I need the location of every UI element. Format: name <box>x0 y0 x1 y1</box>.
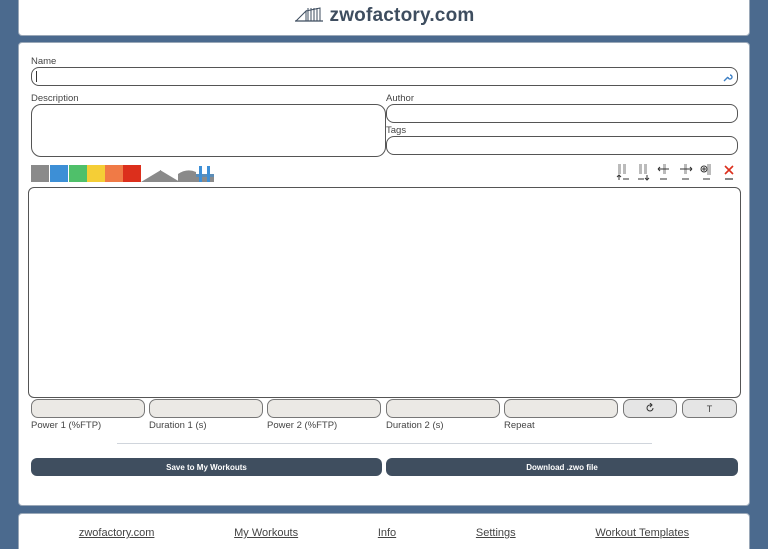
stair-steps-logo-icon <box>294 5 324 28</box>
rotate-icon <box>645 402 655 415</box>
power1-label: Power 1 (%FTP) <box>31 420 102 431</box>
footer-link-my-workouts[interactable]: My Workouts <box>234 527 298 539</box>
interval-icon[interactable] <box>196 164 214 187</box>
description-label: Description <box>31 93 79 104</box>
text-event-button[interactable]: T <box>682 399 737 418</box>
duration1-input[interactable] <box>149 399 263 418</box>
gray-zone-swatch[interactable] <box>31 165 49 182</box>
cooldown-ramp-icon[interactable] <box>160 164 180 187</box>
freeride-icon[interactable] <box>178 164 196 187</box>
warmup-ramp-icon[interactable] <box>141 164 161 187</box>
rotate-button[interactable] <box>623 399 677 418</box>
green-zone-swatch[interactable] <box>69 165 87 182</box>
tags-label: Tags <box>386 125 407 136</box>
site-title: zwofactory.com <box>329 5 475 26</box>
power1-input[interactable] <box>31 399 145 418</box>
section-divider <box>117 443 652 444</box>
move-down-icon[interactable] <box>637 163 651 181</box>
power2-label: Power 2 (%FTP) <box>267 420 338 431</box>
footer-link-settings[interactable]: Settings <box>476 527 516 539</box>
red-zone-swatch[interactable] <box>123 165 141 182</box>
orange-zone-swatch[interactable] <box>105 165 123 182</box>
blue-zone-swatch[interactable] <box>50 165 68 182</box>
repeat-input[interactable] <box>504 399 618 418</box>
duplicate-icon[interactable] <box>700 163 714 181</box>
name-label: Name <box>31 56 57 67</box>
yellow-zone-swatch[interactable] <box>87 165 105 182</box>
shift-right-icon[interactable] <box>679 163 693 181</box>
text-cursor <box>36 71 37 82</box>
download-zwo-button[interactable]: Download .zwo file <box>386 458 738 476</box>
footer-link-workout-templates[interactable]: Workout Templates <box>595 527 689 539</box>
footer-link-home[interactable]: zwofactory.com <box>79 527 155 539</box>
name-input[interactable] <box>31 67 738 86</box>
workout-canvas[interactable] <box>28 187 741 398</box>
move-up-icon[interactable] <box>616 163 630 181</box>
workout-editor-panel: Name Description Author Tags T Power 1 (… <box>18 42 750 506</box>
wrench-icon[interactable] <box>722 70 733 88</box>
footer-link-info[interactable]: Info <box>378 527 396 539</box>
delete-icon[interactable] <box>722 163 736 181</box>
duration2-input[interactable] <box>386 399 500 418</box>
duration1-label: Duration 1 (s) <box>149 420 207 431</box>
tags-input[interactable] <box>386 136 738 155</box>
shift-left-icon[interactable] <box>657 163 671 181</box>
author-input[interactable] <box>386 104 738 123</box>
author-label: Author <box>386 93 414 104</box>
description-textarea[interactable] <box>31 104 386 157</box>
repeat-label: Repeat <box>504 420 535 431</box>
duration2-label: Duration 2 (s) <box>386 420 444 431</box>
header-bar: zwofactory.com <box>18 0 750 36</box>
power2-input[interactable] <box>267 399 381 418</box>
footer-nav: zwofactory.com My Workouts Info Settings… <box>18 513 750 549</box>
save-workout-button[interactable]: Save to My Workouts <box>31 458 382 476</box>
site-logo[interactable]: zwofactory.com <box>294 5 475 28</box>
